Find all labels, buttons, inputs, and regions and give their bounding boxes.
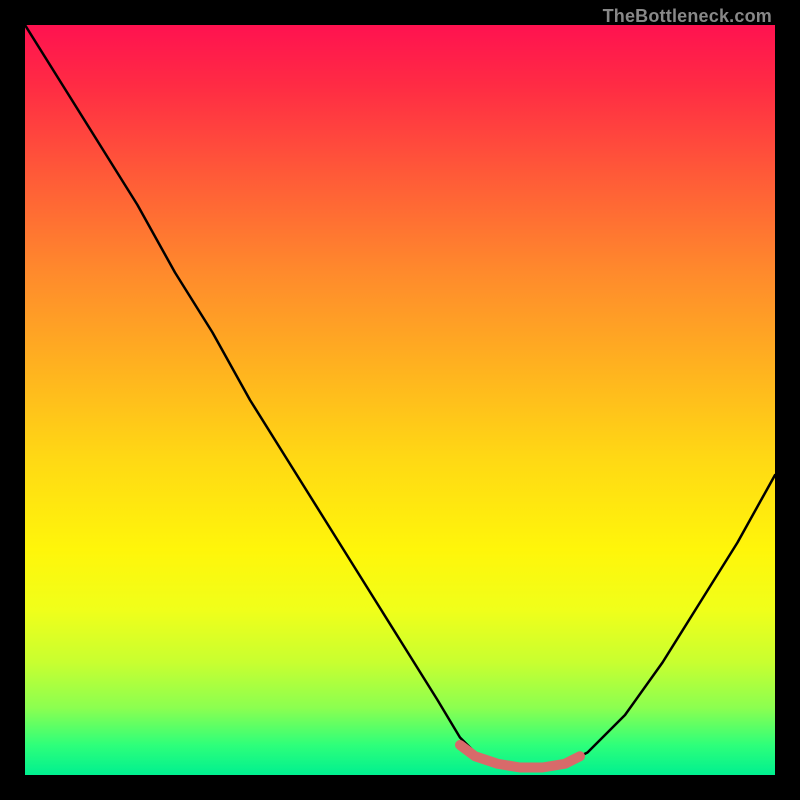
curve-layer [25,25,775,775]
attribution-label: TheBottleneck.com [603,6,772,27]
plot-area [25,25,775,775]
bottleneck-curve [25,25,775,768]
optimal-range-marker [460,745,580,768]
chart-frame: TheBottleneck.com [0,0,800,800]
